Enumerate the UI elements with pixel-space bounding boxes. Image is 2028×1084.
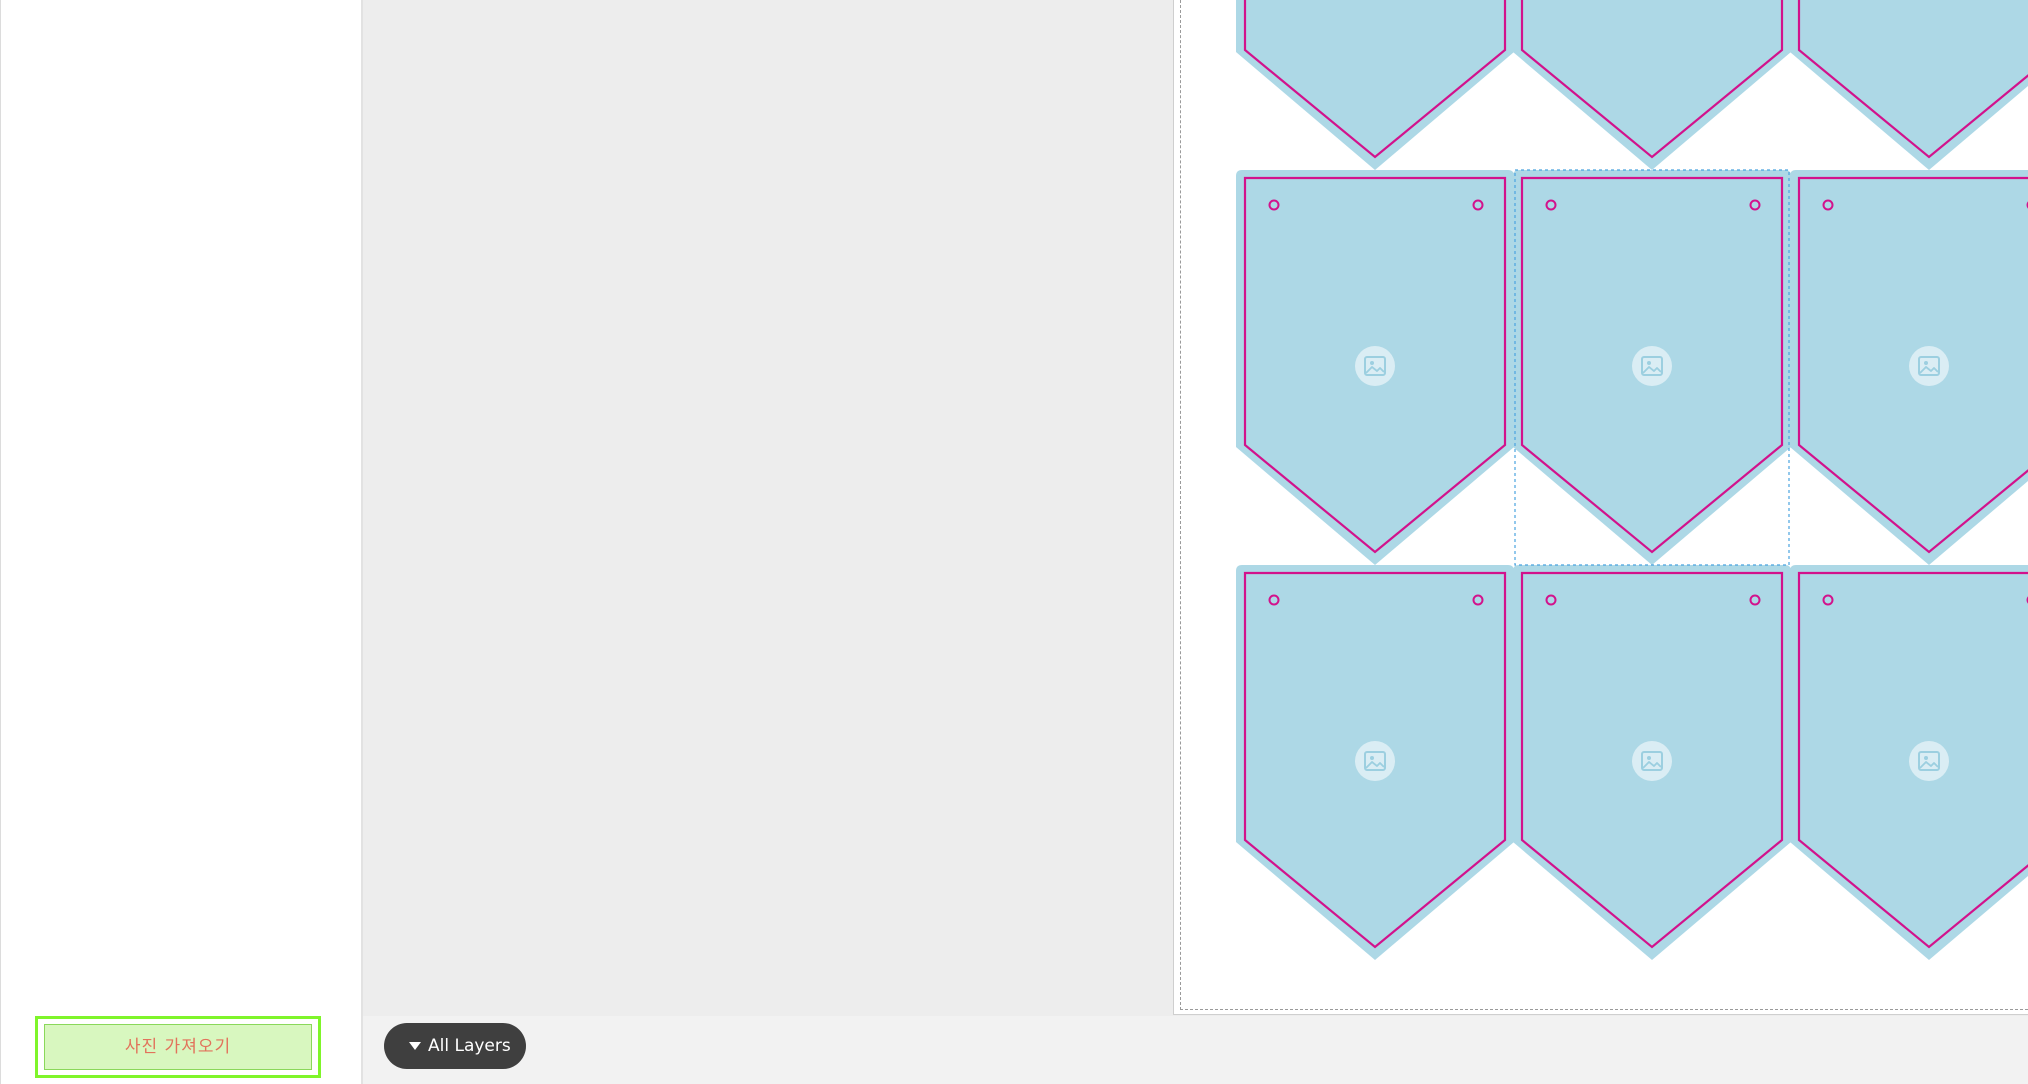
import-photo-highlight: 사진 가져오기 xyxy=(35,1016,321,1078)
image-placeholder-icon xyxy=(1909,741,1949,781)
pennant-bleed-shape xyxy=(1790,0,2028,170)
pennant-bleed-shape xyxy=(1790,565,2028,960)
pennant[interactable] xyxy=(1236,565,1514,960)
pennant-bleed-shape xyxy=(1790,170,2028,565)
pennant[interactable] xyxy=(1790,0,2028,170)
pennant-layout xyxy=(1236,0,2028,960)
pennant[interactable] xyxy=(1513,565,1791,960)
pennant[interactable] xyxy=(1513,170,1791,565)
image-placeholder-icon xyxy=(1355,741,1395,781)
pennant[interactable] xyxy=(1790,565,2028,960)
image-placeholder-icon xyxy=(1632,741,1672,781)
all-layers-button[interactable]: All Layers xyxy=(384,1023,526,1069)
all-layers-label: All Layers xyxy=(428,1036,511,1056)
pennant[interactable] xyxy=(1236,170,1514,565)
pennant[interactable] xyxy=(1236,0,1514,170)
image-placeholder-icon xyxy=(1355,346,1395,386)
pennant-bleed-shape xyxy=(1236,0,1514,170)
image-placeholder-icon xyxy=(1632,346,1672,386)
import-photo-button[interactable]: 사진 가져오기 xyxy=(44,1024,312,1070)
bottom-toolbar xyxy=(363,1016,2028,1084)
image-placeholder-icon xyxy=(1909,346,1949,386)
pennant[interactable] xyxy=(1790,170,2028,565)
caret-down-icon xyxy=(409,1042,421,1050)
pennant[interactable] xyxy=(1513,0,1791,170)
pennant-bleed-shape xyxy=(1513,0,1791,170)
